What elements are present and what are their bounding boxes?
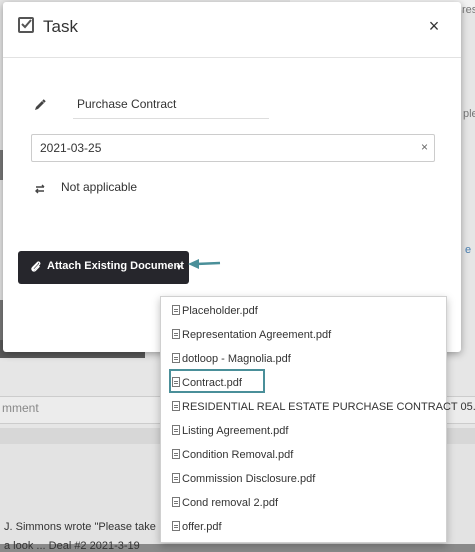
pencil-icon	[35, 99, 46, 110]
bg-comment-placeholder: mment	[2, 401, 39, 415]
document-dropdown-menu: Placeholder.pdf Representation Agreement…	[160, 296, 475, 543]
file-icon	[172, 425, 180, 435]
clear-date-button[interactable]: ×	[421, 140, 428, 154]
due-date-input[interactable]: 2021-03-25 ×	[31, 134, 435, 162]
file-icon	[172, 449, 180, 459]
document-item[interactable]: offer.pdf	[172, 516, 222, 538]
bg-activity-line: a look ... Deal #2 2021-3-19	[4, 540, 140, 552]
task-checkbox-icon	[18, 17, 34, 33]
bg-right-link[interactable]: e	[465, 244, 471, 256]
file-icon	[172, 473, 180, 483]
document-item[interactable]: Placeholder.pdf	[172, 300, 258, 322]
bg-right-text: res	[462, 4, 475, 16]
file-icon	[172, 305, 180, 315]
file-icon	[172, 401, 180, 411]
attach-button-label: Attach Existing Document	[47, 260, 184, 272]
close-button[interactable]: ×	[425, 16, 443, 36]
applicability-text[interactable]: Not applicable	[61, 180, 137, 194]
document-item[interactable]: RESIDENTIAL REAL ESTATE PURCHASE CONTRAC…	[172, 396, 475, 418]
document-item[interactable]: Cond removal 2.pdf	[172, 492, 278, 514]
document-item[interactable]: Listing Agreement.pdf	[172, 420, 288, 442]
file-icon	[172, 377, 180, 387]
file-icon	[172, 521, 180, 531]
document-item-highlighted[interactable]: Contract.pdf	[172, 372, 242, 394]
file-icon	[172, 497, 180, 507]
due-date-value: 2021-03-25	[40, 141, 102, 155]
document-item[interactable]: Condition Removal.pdf	[172, 444, 293, 466]
modal-header: Task ×	[3, 2, 461, 58]
file-icon	[172, 353, 180, 363]
bg-right-text: ple	[463, 108, 475, 120]
document-item[interactable]: Representation Agreement.pdf	[172, 324, 331, 346]
paperclip-icon	[31, 261, 41, 272]
annotation-arrow-icon	[188, 259, 221, 269]
task-name-value: Purchase Contract	[77, 97, 177, 111]
task-name-input[interactable]: Purchase Contract	[73, 92, 269, 119]
document-item[interactable]: Commission Disclosure.pdf	[172, 468, 315, 490]
caret-down-icon: ▼	[175, 263, 183, 272]
bg-activity-line: J. Simmons wrote "Please take	[4, 521, 156, 533]
file-icon	[172, 329, 180, 339]
modal-title: Task	[43, 17, 78, 36]
attach-existing-document-button[interactable]: Attach Existing Document ▼	[18, 251, 189, 284]
document-item[interactable]: dotloop - Magnolia.pdf	[172, 348, 291, 370]
swap-arrows-icon	[35, 184, 45, 194]
